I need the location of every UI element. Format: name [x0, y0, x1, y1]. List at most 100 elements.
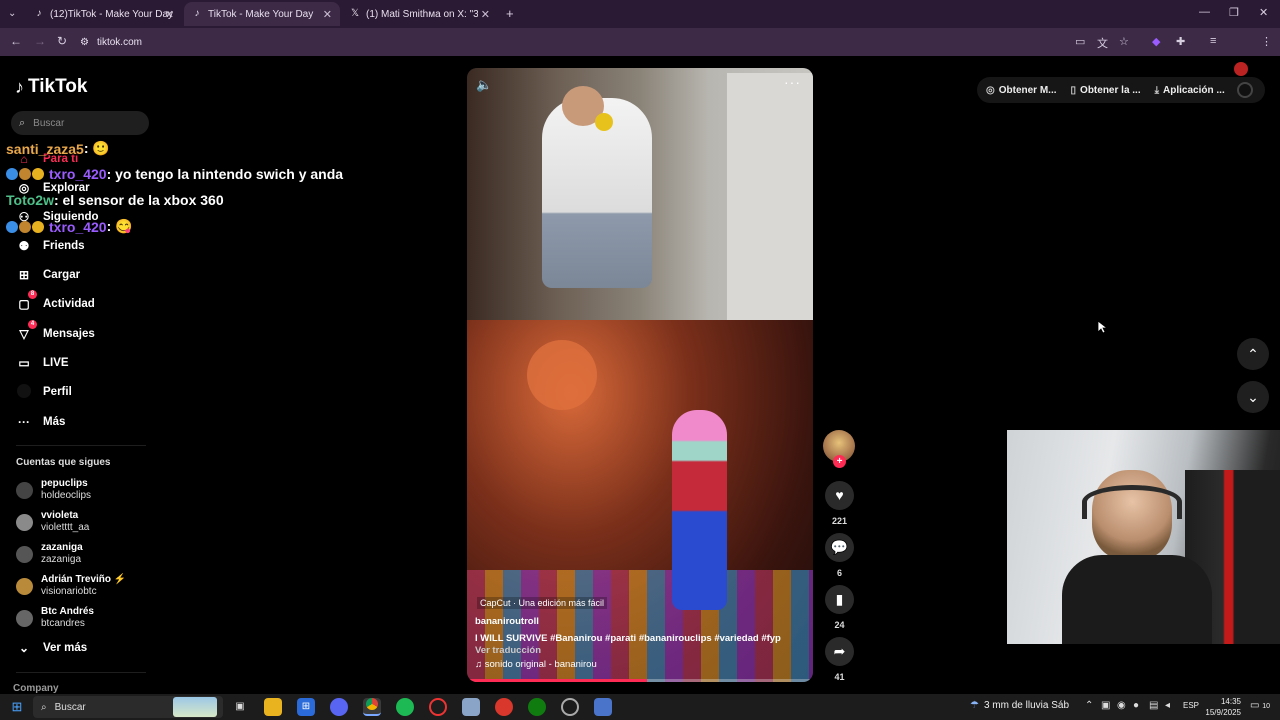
followed-account[interactable]: vvioleta violetttt_aa — [16, 510, 89, 534]
restore-icon[interactable]: ❐ — [1229, 6, 1239, 19]
nav-live[interactable]: ▭ LIVE — [16, 355, 68, 371]
extensions-puzzle-icon[interactable]: ✚ — [1176, 35, 1185, 48]
get-app-button[interactable]: ▯ Obtener la ... — [1071, 85, 1141, 96]
search-input[interactable]: ⌕ Buscar — [11, 111, 149, 135]
tab-1[interactable]: ♪ (12)TikTok - Make Your Day ✕ — [26, 2, 182, 26]
translate-icon[interactable]: 文 — [1097, 35, 1108, 51]
share-count: 41 — [834, 672, 845, 682]
sidebar-divider — [16, 672, 146, 673]
notification-count: 10 — [1262, 703, 1271, 710]
get-coins-button[interactable]: ◎ Obtener M... — [986, 85, 1057, 96]
task-view-icon[interactable]: ▣ — [231, 698, 249, 716]
clock[interactable]: 14:35 15/9/2025 — [1205, 696, 1241, 718]
chrome-icon[interactable] — [363, 698, 381, 716]
previous-video-button[interactable]: ⌃ — [1237, 338, 1269, 370]
extension-icon[interactable]: ◆ — [1152, 35, 1160, 48]
search-highlight-image — [173, 697, 217, 717]
taskbar-search[interactable]: ⌕ Buscar — [33, 696, 223, 718]
follow-plus-icon[interactable]: + — [833, 455, 846, 468]
search-icon: ⌕ — [41, 701, 47, 713]
nav-label: Mensajes — [43, 328, 95, 340]
new-tab-icon[interactable]: + — [506, 6, 514, 21]
app-icon[interactable] — [561, 698, 579, 716]
see-translation-link[interactable]: Ver traducción — [475, 645, 541, 656]
app-icon[interactable] — [495, 698, 513, 716]
tray-app-icon[interactable]: ◉ — [1117, 700, 1126, 711]
search-icon: ⌕ — [19, 116, 26, 129]
nav-friends[interactable]: ⚉ Friends — [16, 238, 85, 254]
tiktok-logo[interactable]: ♪ TikTok — [15, 76, 87, 98]
notification-center[interactable]: ▭ 10 — [1250, 700, 1270, 711]
comment-count: 6 — [836, 568, 842, 578]
tab-2[interactable]: ♪ TikTok - Make Your Day ✕ — [184, 2, 340, 26]
clock-time: 14:35 — [1220, 697, 1241, 706]
menu-kebab-icon[interactable]: ⋮ — [1261, 35, 1272, 48]
see-more-button[interactable]: ⌄ Ver más — [16, 640, 87, 656]
address-bar[interactable]: ⚙ tiktok.com — [80, 31, 1150, 53]
network-icon[interactable]: ▤ — [1149, 700, 1158, 711]
back-icon[interactable]: ← — [10, 34, 22, 48]
nav-cargar[interactable]: ⊞ Cargar — [16, 267, 80, 283]
mouse-cursor-icon — [1097, 320, 1107, 334]
file-explorer-icon[interactable] — [264, 698, 282, 716]
volume-icon[interactable]: ◂ — [1165, 700, 1170, 711]
save-button[interactable]: ▮ — [825, 585, 854, 614]
more-options-icon[interactable]: ··· — [784, 74, 801, 90]
nav-mas[interactable]: ··· Más — [16, 414, 65, 430]
chat-message: santi_zaza5 : 🙂 — [6, 140, 110, 157]
comment-button[interactable]: 💬 — [825, 533, 854, 562]
volume-icon[interactable]: 🔈 — [476, 77, 492, 93]
windows-start-icon[interactable]: ⊞ — [8, 698, 26, 716]
close-tab-icon[interactable]: ✕ — [481, 8, 490, 21]
user-avatar[interactable] — [1237, 82, 1253, 98]
cast-icon[interactable]: ▭ — [1075, 35, 1085, 48]
discord-icon[interactable] — [330, 698, 348, 716]
video-sound[interactable]: ♫ sonido original - bananirou — [475, 659, 597, 670]
nav-actividad[interactable]: ▢ 8 Actividad — [16, 290, 95, 312]
followed-account[interactable]: zazaniga zazaniga — [16, 542, 83, 566]
nav-perfil[interactable]: Perfil — [16, 384, 72, 400]
like-button[interactable]: ♥ — [825, 481, 854, 510]
share-button[interactable]: ➦ — [825, 637, 854, 666]
top-right-bar: ◎ Obtener M... ▯ Obtener la ... ⤓ Aplicació… — [977, 77, 1265, 103]
language-indicator[interactable]: ESP — [1183, 701, 1199, 710]
tab-list-icon[interactable]: ⌄ — [8, 8, 16, 19]
weather-widget[interactable]: ☂ 3 mm de lluvia Sáb — [970, 700, 1069, 711]
btn-label: Obtener la ... — [1080, 84, 1141, 96]
forward-icon[interactable]: → — [34, 34, 46, 48]
profile-avatar[interactable] — [1234, 62, 1248, 76]
followed-account[interactable]: Adrián Treviño ⚡ visionariobtc — [16, 574, 126, 598]
bookmark-star-icon[interactable]: ☆ — [1119, 35, 1129, 48]
spotify-icon[interactable] — [396, 698, 414, 716]
app-icon[interactable] — [462, 698, 480, 716]
company-link[interactable]: Company — [13, 683, 59, 694]
tab-3[interactable]: 𝕏 (1) Mati Smithмa on X: "3 En Lo ✕ — [342, 2, 498, 26]
minimize-icon[interactable]: — — [1199, 6, 1210, 18]
app-icon[interactable] — [594, 698, 612, 716]
nav-mensajes[interactable]: ▽ 4 Mensajes — [16, 320, 95, 342]
site-info-icon[interactable]: ⚙ — [80, 37, 89, 48]
store-icon[interactable]: ⊞ — [297, 698, 315, 716]
followed-account[interactable]: Btc Andrés btcandres — [16, 606, 94, 630]
followed-account[interactable]: pepuclips holdeoclips — [16, 478, 91, 502]
close-tab-icon[interactable]: ✕ — [323, 8, 332, 21]
badge-icon — [6, 220, 18, 233]
close-tab-icon[interactable]: ✕ — [165, 8, 174, 21]
tray-chevron-icon[interactable]: ⌃ — [1085, 700, 1093, 711]
reading-list-icon[interactable]: ≡ — [1210, 35, 1216, 47]
obs-icon[interactable] — [429, 698, 447, 716]
video-author[interactable]: bananiroutroll — [475, 616, 539, 627]
yellow-hat — [595, 113, 613, 131]
close-window-icon[interactable]: ✕ — [1259, 6, 1268, 19]
reload-icon[interactable]: ↻ — [57, 34, 67, 48]
video-progress-bar[interactable] — [467, 679, 813, 682]
xbox-icon[interactable] — [528, 698, 546, 716]
video-player[interactable]: 🔈 ··· CapCut · Una edición más fácil ban… — [467, 68, 813, 682]
microphone-icon[interactable]: ● — [1133, 700, 1139, 711]
tray-app-icon[interactable]: ▣ — [1101, 700, 1110, 711]
capcut-badge[interactable]: CapCut · Una edición más fácil — [477, 597, 608, 609]
next-video-button[interactable]: ⌄ — [1237, 381, 1269, 413]
desktop-app-button[interactable]: ⤓ Aplicación ... — [1155, 85, 1225, 96]
headphones — [1082, 485, 1182, 519]
nav-label: Friends — [43, 240, 85, 252]
